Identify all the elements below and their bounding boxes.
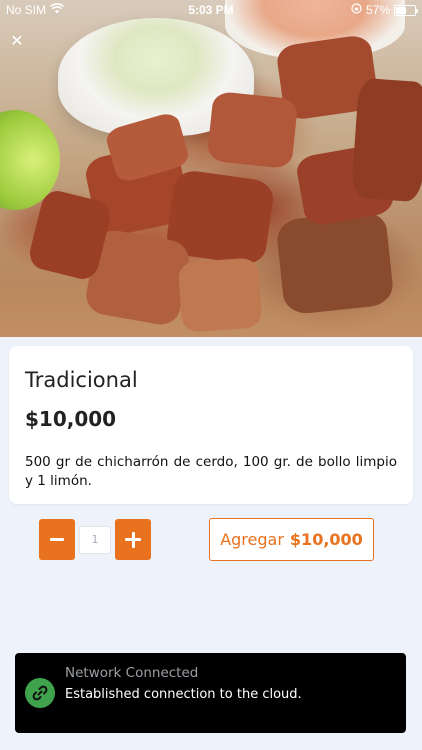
product-price: $10,000 bbox=[25, 407, 117, 431]
pork-piece bbox=[177, 257, 263, 333]
product-description: 500 gr de chicharrón de cerdo, 100 gr. d… bbox=[25, 454, 397, 489]
product-card: Tradicional $10,000 500 gr de chicharrón… bbox=[9, 346, 413, 504]
pork-piece bbox=[275, 209, 395, 316]
status-right: 57% bbox=[351, 3, 418, 17]
add-to-cart-button[interactable]: Agregar $10,000 bbox=[209, 518, 374, 561]
orientation-lock-icon bbox=[351, 3, 362, 17]
minus-icon bbox=[50, 538, 64, 541]
battery-icon bbox=[394, 4, 418, 16]
decrease-quantity-button[interactable] bbox=[39, 519, 75, 560]
quantity-stepper: 1 bbox=[39, 519, 151, 560]
close-icon[interactable]: ✕ bbox=[10, 31, 23, 50]
status-bar: No SIM 5:03 PM 57% bbox=[0, 0, 422, 22]
link-icon bbox=[25, 678, 55, 708]
pork-piece bbox=[350, 77, 422, 203]
toast-message: Established connection to the cloud. bbox=[65, 687, 302, 702]
add-button-amount: $10,000 bbox=[289, 530, 363, 549]
toast-title: Network Connected bbox=[65, 665, 199, 681]
plus-icon bbox=[125, 531, 141, 548]
quantity-field[interactable]: 1 bbox=[79, 525, 111, 554]
product-image: No SIM 5:03 PM 57% ✕ bbox=[0, 0, 422, 337]
add-button-label: Agregar bbox=[220, 530, 284, 549]
battery-percent: 57% bbox=[365, 3, 390, 17]
close-button[interactable]: ✕ bbox=[8, 32, 26, 50]
increase-quantity-button[interactable] bbox=[115, 519, 151, 560]
pork-piece bbox=[206, 90, 299, 170]
product-name: Tradicional bbox=[25, 368, 138, 392]
network-toast[interactable]: Network Connected Established connection… bbox=[15, 653, 406, 733]
